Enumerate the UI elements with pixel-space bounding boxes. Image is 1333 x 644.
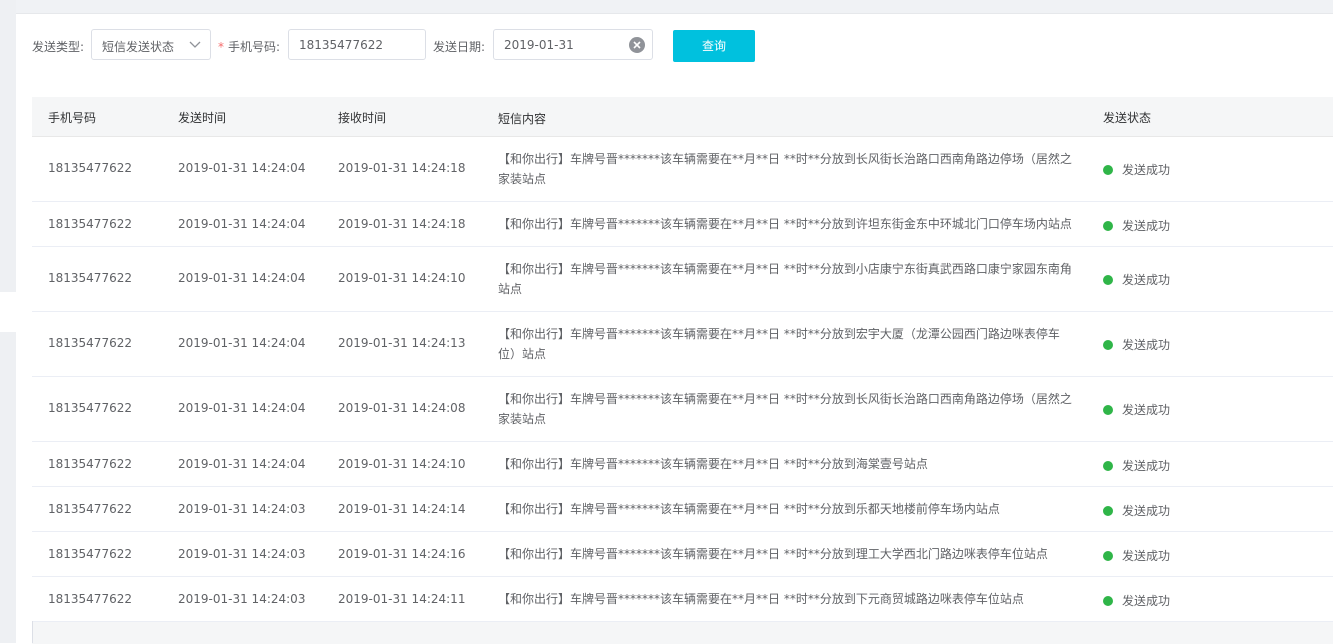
cell-phone: 18135477622 [48, 161, 132, 175]
table-row[interactable]: 18135477622 2019-01-31 14:24:03 2019-01-31… [32, 487, 1333, 532]
status-dot-icon [1103, 551, 1113, 561]
status-text: 发送成功 [1122, 594, 1171, 608]
status-dot-icon [1103, 275, 1113, 285]
cell-content: 【和你出行】车牌号晋*******该车辆需要在**月**日 **时**分放到海棠… [498, 457, 928, 471]
status-text: 发送成功 [1122, 219, 1171, 233]
cell-send-time: 2019-01-31 14:24:04 [178, 217, 306, 231]
table-row[interactable]: 18135477622 2019-01-31 14:24:04 2019-01-31… [32, 202, 1333, 247]
cell-content: 【和你出行】车牌号晋*******该车辆需要在**月**日 **时**分放到长风… [498, 392, 1072, 426]
table-footer-edge [32, 621, 33, 643]
cell-status: 发送成功 [1103, 161, 1170, 178]
cell-content: 【和你出行】车牌号晋*******该车辆需要在**月**日 **时**分放到宏宇… [498, 327, 1060, 361]
required-mark: * [218, 40, 224, 54]
phone-input[interactable]: 18135477622 [288, 29, 426, 60]
cell-phone: 18135477622 [48, 217, 132, 231]
cell-receive-time: 2019-01-31 14:24:13 [338, 336, 466, 350]
cell-status: 发送成功 [1103, 401, 1170, 418]
cell-status: 发送成功 [1103, 592, 1170, 609]
status-text: 发送成功 [1122, 549, 1171, 563]
cell-status: 发送成功 [1103, 547, 1170, 564]
cell-phone: 18135477622 [48, 592, 132, 606]
table-row[interactable]: 18135477622 2019-01-31 14:24:03 2019-01-31… [32, 577, 1333, 622]
cell-send-time: 2019-01-31 14:24:03 [178, 547, 306, 561]
status-dot-icon [1103, 461, 1113, 471]
cell-receive-time: 2019-01-31 14:24:10 [338, 271, 466, 285]
cell-phone: 18135477622 [48, 502, 132, 516]
cell-send-time: 2019-01-31 14:24:03 [178, 592, 306, 606]
table-body: 18135477622 2019-01-31 14:24:04 2019-01-31… [32, 137, 1333, 622]
status-text: 发送成功 [1122, 163, 1171, 177]
phone-label: * 手机号码: [218, 40, 281, 54]
status-dot-icon [1103, 165, 1113, 175]
status-text: 发送成功 [1122, 459, 1171, 473]
table-row[interactable]: 18135477622 2019-01-31 14:24:03 2019-01-31… [32, 532, 1333, 577]
cell-status: 发送成功 [1103, 457, 1170, 474]
status-dot-icon [1103, 340, 1113, 350]
cell-content: 【和你出行】车牌号晋*******该车辆需要在**月**日 **时**分放到下元… [498, 592, 1024, 606]
sidebar-gap [0, 292, 16, 332]
cell-send-time: 2019-01-31 14:24:04 [178, 161, 306, 175]
cell-content: 【和你出行】车牌号晋*******该车辆需要在**月**日 **时**分放到理工… [498, 547, 1048, 561]
date-input-value: 2019-01-31 [504, 38, 574, 52]
cell-send-time: 2019-01-31 14:24:04 [178, 336, 306, 350]
cell-phone: 18135477622 [48, 547, 132, 561]
cell-content: 【和你出行】车牌号晋*******该车辆需要在**月**日 **时**分放到长风… [498, 152, 1072, 186]
cell-receive-time: 2019-01-31 14:24:14 [338, 502, 466, 516]
cell-phone: 18135477622 [48, 401, 132, 415]
cell-content: 【和你出行】车牌号晋*******该车辆需要在**月**日 **时**分放到许坦… [498, 217, 1072, 231]
header-status[interactable]: 发送状态 [1103, 109, 1151, 126]
send-type-select[interactable]: 短信发送状态 [91, 29, 211, 60]
cell-receive-time: 2019-01-31 14:24:11 [338, 592, 466, 606]
status-dot-icon [1103, 596, 1113, 606]
cell-send-time: 2019-01-31 14:24:04 [178, 271, 306, 285]
cell-send-time: 2019-01-31 14:24:04 [178, 401, 306, 415]
top-strip [16, 0, 1333, 14]
date-label: 发送日期: [433, 40, 486, 54]
cell-content: 【和你出行】车牌号晋*******该车辆需要在**月**日 **时**分放到乐都… [498, 502, 1000, 516]
cell-receive-time: 2019-01-31 14:24:18 [338, 161, 466, 175]
cell-receive-time: 2019-01-31 14:24:16 [338, 547, 466, 561]
cell-receive-time: 2019-01-31 14:24:18 [338, 217, 466, 231]
table-header: 手机号码 发送时间 接收时间 短信内容 发送状态 [32, 97, 1333, 137]
status-text: 发送成功 [1122, 273, 1171, 287]
status-text: 发送成功 [1122, 403, 1171, 417]
filter-bar: 发送类型: 短信发送状态 * 手机号码: 18135477622 发送日期: 20… [32, 29, 1333, 62]
status-text: 发送成功 [1122, 338, 1171, 352]
status-dot-icon [1103, 506, 1113, 516]
query-button[interactable]: 查询 [673, 30, 755, 62]
send-type-value: 短信发送状态 [102, 40, 175, 54]
cell-phone: 18135477622 [48, 457, 132, 471]
status-dot-icon [1103, 221, 1113, 231]
table-row[interactable]: 18135477622 2019-01-31 14:24:04 2019-01-31… [32, 312, 1333, 377]
header-phone[interactable]: 手机号码 [48, 109, 96, 126]
cell-phone: 18135477622 [48, 336, 132, 350]
send-type-label: 发送类型: [32, 40, 85, 54]
status-text: 发送成功 [1122, 504, 1171, 518]
table-row[interactable]: 18135477622 2019-01-31 14:24:04 2019-01-31… [32, 442, 1333, 487]
cell-phone: 18135477622 [48, 271, 132, 285]
date-input[interactable]: 2019-01-31 [493, 29, 653, 60]
header-send-time[interactable]: 发送时间 [178, 109, 226, 126]
clear-circle-icon[interactable] [629, 37, 645, 53]
header-receive-time[interactable]: 接收时间 [338, 109, 386, 126]
cell-status: 发送成功 [1103, 271, 1170, 288]
cell-send-time: 2019-01-31 14:24:04 [178, 457, 306, 471]
status-dot-icon [1103, 405, 1113, 415]
table-row[interactable]: 18135477622 2019-01-31 14:24:04 2019-01-31… [32, 247, 1333, 312]
cell-status: 发送成功 [1103, 502, 1170, 519]
table-footer [32, 621, 1333, 644]
cell-content: 【和你出行】车牌号晋*******该车辆需要在**月**日 **时**分放到小店… [498, 262, 1072, 296]
phone-input-value: 18135477622 [299, 38, 383, 52]
cell-status: 发送成功 [1103, 217, 1170, 234]
table-row[interactable]: 18135477622 2019-01-31 14:24:04 2019-01-31… [32, 377, 1333, 442]
header-content[interactable]: 短信内容 [498, 109, 1073, 129]
sms-table: 手机号码 发送时间 接收时间 短信内容 发送状态 18135477622 2019… [32, 97, 1333, 622]
chevron-down-icon [189, 41, 201, 48]
cell-receive-time: 2019-01-31 14:24:10 [338, 457, 466, 471]
cell-status: 发送成功 [1103, 336, 1170, 353]
cell-send-time: 2019-01-31 14:24:03 [178, 502, 306, 516]
table-row[interactable]: 18135477622 2019-01-31 14:24:04 2019-01-31… [32, 137, 1333, 202]
cell-receive-time: 2019-01-31 14:24:08 [338, 401, 466, 415]
